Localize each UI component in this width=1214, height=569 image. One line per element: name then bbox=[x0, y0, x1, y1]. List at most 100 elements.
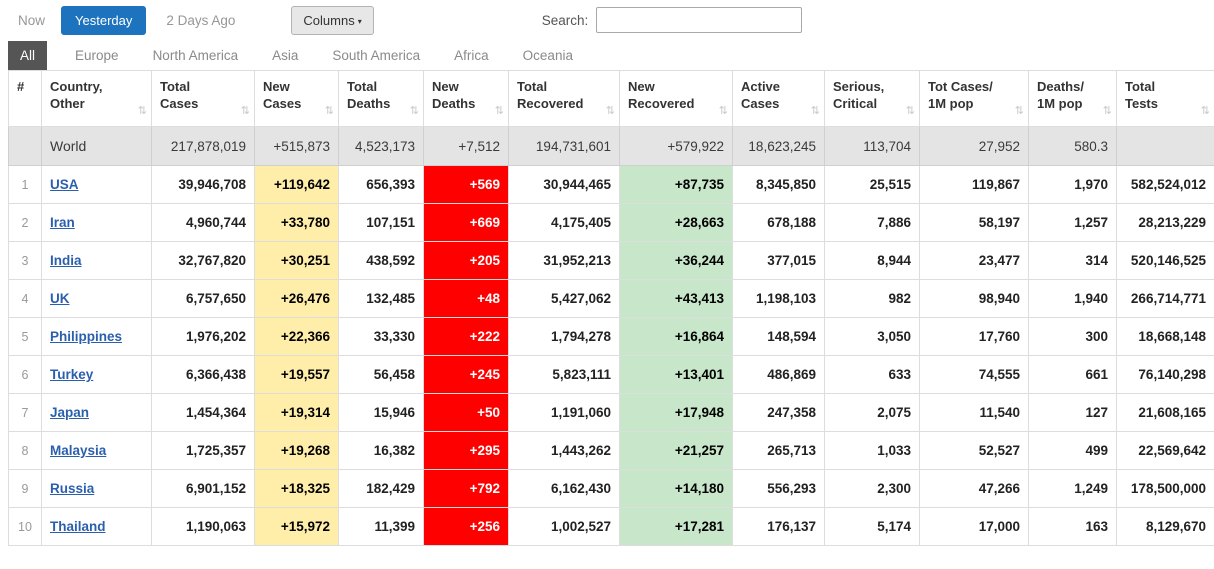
cell-country: Malaysia bbox=[42, 432, 152, 470]
country-link[interactable]: Turkey bbox=[50, 367, 93, 382]
columns-dropdown-button[interactable]: Columns▾ bbox=[291, 6, 373, 35]
cell-total-recovered: 31,952,213 bbox=[509, 242, 620, 280]
cell-new-cases: +19,268 bbox=[255, 432, 339, 470]
cell-new-cases: +33,780 bbox=[255, 204, 339, 242]
cell-new-deaths: +569 bbox=[424, 166, 509, 204]
cell-rank: 2 bbox=[9, 204, 42, 242]
cell-new-cases: +119,642 bbox=[255, 166, 339, 204]
cell-new-deaths: +205 bbox=[424, 242, 509, 280]
cell-total-deaths: 132,485 bbox=[339, 280, 424, 318]
table-row: 8Malaysia1,725,357+19,26816,382+2951,443… bbox=[9, 432, 1214, 470]
cell-new-deaths: +256 bbox=[424, 508, 509, 546]
col-header-total_tests[interactable]: Total Tests⇅ bbox=[1117, 71, 1214, 127]
col-header-total_recovered[interactable]: Total Recovered⇅ bbox=[509, 71, 620, 127]
cell-total-cases: 6,757,650 bbox=[152, 280, 255, 318]
country-link[interactable]: Japan bbox=[50, 405, 89, 420]
col-header-country[interactable]: Country, Other⇅ bbox=[42, 71, 152, 127]
cell-country: UK bbox=[42, 280, 152, 318]
cell-country: USA bbox=[42, 166, 152, 204]
cell-new-cases: +18,325 bbox=[255, 470, 339, 508]
cell-total-cases: 4,960,744 bbox=[152, 204, 255, 242]
tab-europe[interactable]: Europe bbox=[63, 41, 131, 70]
cell-total-tests bbox=[1117, 127, 1214, 166]
col-header-serious_critical[interactable]: Serious, Critical⇅ bbox=[825, 71, 920, 127]
tab-north-america[interactable]: North America bbox=[141, 41, 251, 70]
cell-total-deaths: 33,330 bbox=[339, 318, 424, 356]
cell-rank bbox=[9, 127, 42, 166]
country-link[interactable]: Thailand bbox=[50, 519, 106, 534]
cell-new-cases: +26,476 bbox=[255, 280, 339, 318]
cell-serious-critical: 2,300 bbox=[825, 470, 920, 508]
cell-deaths-1m: 300 bbox=[1029, 318, 1117, 356]
tab-south-america[interactable]: South America bbox=[320, 41, 432, 70]
search-group: Search: bbox=[542, 7, 803, 33]
covid-table-wrap: #Country, Other⇅Total Cases⇅New Cases⇅To… bbox=[8, 70, 1214, 546]
tab-africa[interactable]: Africa bbox=[442, 41, 501, 70]
cell-new-cases: +15,972 bbox=[255, 508, 339, 546]
cell-total-tests: 22,569,642 bbox=[1117, 432, 1214, 470]
cell-active-cases: 1,198,103 bbox=[733, 280, 825, 318]
cell-deaths-1m: 1,970 bbox=[1029, 166, 1117, 204]
col-header-deaths_1m[interactable]: Deaths/ 1M pop⇅ bbox=[1029, 71, 1117, 127]
table-row: 9Russia6,901,152+18,325182,429+7926,162,… bbox=[9, 470, 1214, 508]
cell-total-deaths: 11,399 bbox=[339, 508, 424, 546]
tab-all[interactable]: All bbox=[8, 41, 47, 70]
tab-asia[interactable]: Asia bbox=[260, 41, 310, 70]
country-link[interactable]: Iran bbox=[50, 215, 75, 230]
col-header-new_recovered[interactable]: New Recovered⇅ bbox=[620, 71, 733, 127]
tab-oceania[interactable]: Oceania bbox=[511, 41, 585, 70]
cell-new-deaths: +7,512 bbox=[424, 127, 509, 166]
top-toolbar: Now Yesterday 2 Days Ago Columns▾ Search… bbox=[0, 0, 1214, 40]
cell-total-recovered: 1,443,262 bbox=[509, 432, 620, 470]
cell-active-cases: 265,713 bbox=[733, 432, 825, 470]
cell-deaths-1m: 1,940 bbox=[1029, 280, 1117, 318]
cell-total-tests: 520,146,525 bbox=[1117, 242, 1214, 280]
cell-total-recovered: 4,175,405 bbox=[509, 204, 620, 242]
country-link[interactable]: USA bbox=[50, 177, 79, 192]
cell-new-deaths: +295 bbox=[424, 432, 509, 470]
cell-serious-critical: 7,886 bbox=[825, 204, 920, 242]
cell-rank: 3 bbox=[9, 242, 42, 280]
country-link[interactable]: Russia bbox=[50, 481, 94, 496]
country-link[interactable]: Philippines bbox=[50, 329, 122, 344]
cell-rank: 4 bbox=[9, 280, 42, 318]
cell-deaths-1m: 1,257 bbox=[1029, 204, 1117, 242]
col-header-new_cases[interactable]: New Cases⇅ bbox=[255, 71, 339, 127]
col-header-label: Total Deaths bbox=[347, 79, 390, 111]
country-link[interactable]: UK bbox=[50, 291, 70, 306]
cell-cases-1m: 74,555 bbox=[920, 356, 1029, 394]
cell-country: World bbox=[42, 127, 152, 166]
search-label: Search: bbox=[542, 13, 589, 28]
col-header-total_deaths[interactable]: Total Deaths⇅ bbox=[339, 71, 424, 127]
country-link[interactable]: India bbox=[50, 253, 82, 268]
sort-icon: ⇅ bbox=[495, 104, 504, 118]
col-header-label: Deaths/ 1M pop bbox=[1037, 79, 1084, 111]
yesterday-button[interactable]: Yesterday bbox=[61, 6, 146, 35]
cell-active-cases: 486,869 bbox=[733, 356, 825, 394]
col-header-label: New Deaths bbox=[432, 79, 475, 111]
two-days-ago-link[interactable]: 2 Days Ago bbox=[166, 13, 235, 28]
cell-total-tests: 8,129,670 bbox=[1117, 508, 1214, 546]
cell-cases-1m: 17,000 bbox=[920, 508, 1029, 546]
table-row: 1USA39,946,708+119,642656,393+56930,944,… bbox=[9, 166, 1214, 204]
cell-new-recovered: +17,948 bbox=[620, 394, 733, 432]
cell-new-cases: +19,314 bbox=[255, 394, 339, 432]
cell-active-cases: 176,137 bbox=[733, 508, 825, 546]
cell-cases-1m: 119,867 bbox=[920, 166, 1029, 204]
cell-deaths-1m: 499 bbox=[1029, 432, 1117, 470]
country-link[interactable]: Malaysia bbox=[50, 443, 106, 458]
col-header-active_cases[interactable]: Active Cases⇅ bbox=[733, 71, 825, 127]
cell-total-tests: 28,213,229 bbox=[1117, 204, 1214, 242]
col-header-label: Active Cases bbox=[741, 79, 780, 111]
cell-cases-1m: 27,952 bbox=[920, 127, 1029, 166]
col-header-new_deaths[interactable]: New Deaths ⇅ bbox=[424, 71, 509, 127]
cell-active-cases: 377,015 bbox=[733, 242, 825, 280]
cell-active-cases: 556,293 bbox=[733, 470, 825, 508]
col-header-total_cases[interactable]: Total Cases⇅ bbox=[152, 71, 255, 127]
search-input[interactable] bbox=[596, 7, 802, 33]
col-header-cases_1m[interactable]: Tot Cases/ 1M pop⇅ bbox=[920, 71, 1029, 127]
now-link[interactable]: Now bbox=[18, 13, 45, 28]
cell-active-cases: 8,345,850 bbox=[733, 166, 825, 204]
cell-new-recovered: +28,663 bbox=[620, 204, 733, 242]
cell-total-cases: 6,901,152 bbox=[152, 470, 255, 508]
